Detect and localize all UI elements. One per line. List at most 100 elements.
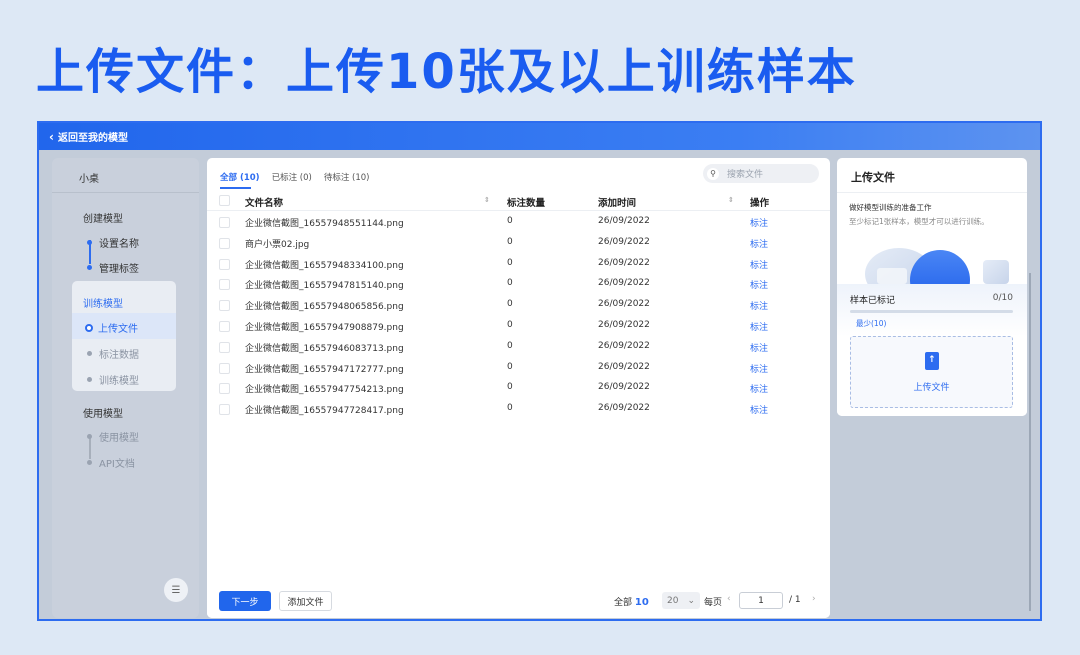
row-annotation-count: 0 <box>507 216 513 226</box>
collapse-menu-icon[interactable]: ☰ <box>164 578 188 602</box>
row-added-time: 26/09/2022 <box>598 403 650 414</box>
annotate-link[interactable]: 标注 <box>750 278 768 291</box>
upload-dropzone[interactable]: 上传文件 <box>850 336 1013 408</box>
table-header: 文件名称 ⇕ 标注数量 添加时间 ⇕ 操作 <box>207 191 830 211</box>
row-added-time: 26/09/2022 <box>598 340 650 351</box>
chevron-down-icon: ⌄ <box>687 595 695 606</box>
sort-icon[interactable]: ⇕ <box>728 196 734 204</box>
annotate-link[interactable]: 标注 <box>750 258 768 271</box>
row-added-time: 26/09/2022 <box>598 216 650 226</box>
table-row[interactable]: 企业微信截图_16557947908879.png 0 26/09/2022 标注 <box>207 316 830 337</box>
page-size-select[interactable]: 20 ⌄ <box>662 592 700 609</box>
model-name: 小桌 <box>79 174 99 185</box>
upload-panel-title: 上传文件 <box>851 171 895 184</box>
row-added-time: 26/09/2022 <box>598 236 650 247</box>
table-row[interactable]: 企业微信截图_16557946083713.png 0 26/09/2022 标注 <box>207 337 830 358</box>
next-page-icon[interactable]: › <box>812 594 816 604</box>
step-dot-icon <box>87 240 92 245</box>
steps-sidebar: 小桌 创建模型 设置名称 管理标签 训练模型 上传文件 标注数据 训练模型 使用… <box>52 158 199 618</box>
row-checkbox[interactable] <box>219 217 230 228</box>
table-row[interactable]: 企业微信截图_16557947728417.png 0 26/09/2022 标注 <box>207 399 830 420</box>
table-row[interactable]: 企业微信截图_16557948334100.png 0 26/09/2022 标注 <box>207 254 830 275</box>
step-set-name[interactable]: 设置名称 <box>87 235 139 250</box>
row-checkbox[interactable] <box>219 237 230 249</box>
next-step-button[interactable]: 下一步 <box>219 591 271 611</box>
annotate-link[interactable]: 标注 <box>750 341 768 354</box>
minimum-label: 最少(10) <box>856 319 887 328</box>
page-total: / 1 <box>789 595 801 605</box>
step-api-docs[interactable]: API文档 <box>87 455 135 470</box>
row-added-time: 26/09/2022 <box>598 319 650 330</box>
step-train-model[interactable]: 训练模型 <box>87 372 139 387</box>
table-row[interactable]: 企业微信截图_16557947815140.png 0 26/09/2022 标注 <box>207 274 830 295</box>
table-row[interactable]: 企业微信截图_16557947172777.png 0 26/09/2022 标注 <box>207 358 830 379</box>
row-added-time: 26/09/2022 <box>598 278 650 289</box>
tab-annotated[interactable]: 已标注 (0) <box>272 171 312 183</box>
select-all-checkbox[interactable] <box>219 195 230 206</box>
row-checkbox[interactable] <box>219 404 230 416</box>
annotate-link[interactable]: 标注 <box>750 320 768 333</box>
row-file-name: 企业微信截图_16557947728417.png <box>245 406 404 417</box>
search-input[interactable]: ⚲ 搜索文件 <box>703 164 819 183</box>
step-use-model[interactable]: 使用模型 <box>87 429 139 444</box>
add-file-button[interactable]: 添加文件 <box>279 591 332 611</box>
row-checkbox[interactable] <box>219 341 230 353</box>
divider <box>837 192 1027 193</box>
annotate-link[interactable]: 标注 <box>750 362 768 375</box>
step-dot-icon <box>87 460 92 465</box>
row-checkbox[interactable] <box>219 300 230 312</box>
row-file-name: 企业微信截图_16557948334100.png <box>245 260 404 271</box>
annotate-link[interactable]: 标注 <box>750 299 768 312</box>
row-checkbox[interactable] <box>219 383 230 395</box>
row-annotation-count: 0 <box>507 361 513 372</box>
annotate-link[interactable]: 标注 <box>750 382 768 395</box>
step-group-create: 创建模型 <box>83 214 123 225</box>
page-number-input[interactable]: 1 <box>739 592 783 609</box>
annotate-link[interactable]: 标注 <box>750 237 768 250</box>
col-added-time: 添加时间 <box>598 198 637 209</box>
row-checkbox[interactable] <box>219 279 230 291</box>
row-annotation-count: 0 <box>507 299 513 310</box>
sample-count-value: 0/10 <box>992 293 1013 303</box>
table-row[interactable]: 企业微信截图_16557947754213.png 0 26/09/2022 标注 <box>207 378 830 399</box>
current-step-icon <box>85 323 93 332</box>
row-file-name: 企业微信截图_16557948551144.png <box>245 219 404 229</box>
sample-count-label: 样本已标记 <box>850 296 896 306</box>
step-manage-tags[interactable]: 管理标签 <box>87 260 139 275</box>
prev-page-icon[interactable]: ‹ <box>727 594 731 604</box>
row-added-time: 26/09/2022 <box>598 382 650 393</box>
step-annotate-data[interactable]: 标注数据 <box>87 346 139 361</box>
back-link[interactable]: 返回至我的模型 <box>58 129 128 144</box>
table-body: 企业微信截图_16557948551144.png 0 26/09/2022 标注 商户… <box>207 212 830 420</box>
step-upload-files[interactable]: 上传文件 <box>85 320 138 335</box>
scrollbar[interactable] <box>1029 273 1031 611</box>
row-checkbox[interactable] <box>219 258 230 270</box>
table-row[interactable]: 企业微信截图_16557948551144.png 0 26/09/2022 标注 <box>207 212 830 233</box>
file-list-panel: 全部 (10) 已标注 (0) 待标注 (10) ⚲ 搜索文件 文件名称 ⇕ 标… <box>207 158 830 618</box>
upload-dropzone-label: 上传文件 <box>913 383 950 393</box>
step-dot-icon <box>87 377 92 382</box>
row-file-name: 企业微信截图_16557947908879.png <box>245 322 404 333</box>
row-checkbox[interactable] <box>219 320 230 332</box>
search-placeholder: 搜索文件 <box>727 170 764 180</box>
row-annotation-count: 0 <box>507 403 513 414</box>
col-actions: 操作 <box>750 198 770 209</box>
row-file-name: 企业微信截图_16557947754213.png <box>245 385 404 396</box>
tab-all[interactable]: 全部 (10) <box>220 171 260 183</box>
step-group-use: 使用模型 <box>83 409 123 420</box>
table-row[interactable]: 企业微信截图_16557948065856.png 0 26/09/2022 标注 <box>207 295 830 316</box>
row-file-name: 企业微信截图_16557948065856.png <box>245 302 404 313</box>
chevron-left-icon[interactable]: ‹ <box>49 130 54 144</box>
upload-panel: 上传文件 做好模型训练的准备工作 至少标记1张样本，模型才可以进行训练。 样本已… <box>837 158 1027 416</box>
tab-pending[interactable]: 待标注 (10) <box>324 171 370 183</box>
row-annotation-count: 0 <box>507 236 513 247</box>
app-window: ‹ 返回至我的模型 小桌 创建模型 设置名称 管理标签 训练模型 上传文件 标注… <box>37 121 1042 621</box>
row-checkbox[interactable] <box>219 362 230 374</box>
active-tab-indicator <box>220 187 251 189</box>
row-annotation-count: 0 <box>507 340 513 351</box>
table-row[interactable]: 商户小票02.jpg 0 26/09/2022 标注 <box>207 233 830 254</box>
divider <box>52 192 199 193</box>
annotate-link[interactable]: 标注 <box>750 403 768 416</box>
annotate-link[interactable]: 标注 <box>750 216 768 229</box>
sort-icon[interactable]: ⇕ <box>484 196 490 204</box>
